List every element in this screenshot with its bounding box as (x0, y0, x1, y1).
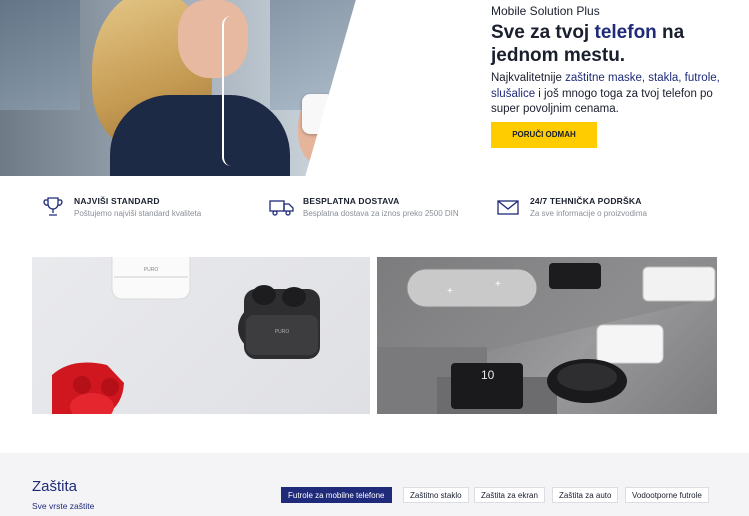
svg-text:PURO: PURO (144, 267, 159, 273)
svg-text:+: + (495, 279, 501, 290)
category-title: Zaštita (32, 478, 78, 495)
svg-text:10: 10 (481, 368, 495, 382)
svg-text:+: + (447, 286, 453, 297)
truck-icon (269, 200, 294, 216)
tab-car-protection[interactable]: Zaštita za auto (552, 487, 619, 503)
tab-screen-protection[interactable]: Zaštita za ekran (474, 487, 545, 503)
feature-subtitle: Poštujemo najviši standard kvaliteta (74, 209, 202, 218)
category-subtitle: Sve vrste zaštite (32, 501, 95, 511)
mail-icon (497, 200, 519, 215)
hero-headline: Sve za tvoj telefon na jednom mestu. (491, 22, 685, 66)
feature-subtitle: Besplatna dostava za iznos preko 2500 DI… (303, 209, 459, 218)
chargers-image: + + 10 (377, 257, 717, 414)
feature-title: 24/7 TEHNIČKA PODRŠKA (530, 196, 642, 206)
category-section (0, 453, 749, 516)
feature-subtitle: Za sve informacije o proizvodima (530, 209, 647, 218)
brand-name: Mobile Solution Plus (491, 4, 600, 18)
order-now-button[interactable]: PORUČI ODMAH (491, 122, 597, 148)
tab-waterproof-cases[interactable]: Vodootporne futrole (625, 487, 709, 503)
trophy-icon (43, 197, 63, 216)
feature-title: NAJVIŠI STANDARD (74, 196, 160, 206)
tab-tempered-glass[interactable]: Zaštitno staklo (403, 487, 469, 503)
tab-phone-cases[interactable]: Futrole za mobilne telefone (281, 487, 392, 503)
hero-description: Najkvalitetnije zaštitne maske, stakla, … (491, 72, 720, 115)
banner-earbuds[interactable]: PURO PURO (32, 257, 370, 414)
banner-chargers[interactable]: + + 10 (377, 257, 717, 414)
hero-image (0, 0, 440, 176)
feature-title: BESPLATNA DOSTAVA (303, 196, 400, 206)
earbuds-image: PURO PURO (52, 257, 320, 414)
hero-section: Mobile Solution Plus Sve za tvoj telefon… (0, 0, 749, 176)
svg-text:PURO: PURO (275, 329, 290, 335)
